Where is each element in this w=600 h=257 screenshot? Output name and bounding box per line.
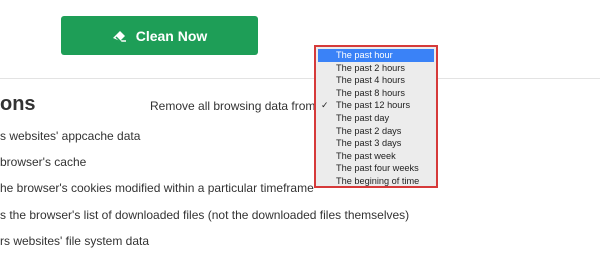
timeframe-option[interactable]: The past week — [318, 150, 434, 163]
timeframe-option[interactable]: ✓ The past 12 hours — [318, 99, 434, 112]
timeframe-option[interactable]: The past 2 days — [318, 125, 434, 138]
timeframe-option[interactable]: The past 2 hours — [318, 62, 434, 75]
option-cookies-label: he browser's cookies modified within a p… — [0, 181, 314, 195]
timeframe-menu: The past hour The past 2 hours The past … — [318, 49, 434, 188]
clean-now-button[interactable]: Clean Now — [61, 16, 258, 55]
timeframe-option[interactable]: The past 8 hours — [318, 87, 434, 100]
timeframe-option[interactable]: The past hour — [318, 49, 434, 62]
option-appcache-label: s websites' appcache data — [0, 129, 141, 143]
remove-timeframe-label: Remove all browsing data from — [150, 99, 316, 113]
timeframe-option[interactable]: The past 4 hours — [318, 74, 434, 87]
option-cache-label: browser's cache — [0, 155, 87, 169]
timeframe-option[interactable]: The past day — [318, 112, 434, 125]
section-divider — [0, 78, 600, 79]
clean-now-label: Clean Now — [135, 27, 208, 44]
timeframe-option[interactable]: The past four weeks — [318, 162, 434, 175]
timeframe-dropdown[interactable]: The past hour The past 2 hours The past … — [314, 45, 438, 188]
option-filesystem-label: rs websites' file system data — [0, 234, 150, 248]
eraser-icon — [112, 29, 128, 43]
timeframe-option[interactable]: The past 3 days — [318, 137, 434, 150]
timeframe-option[interactable]: The begining of time — [318, 175, 434, 188]
section-title: ons — [0, 93, 36, 115]
checkmark-icon: ✓ — [321, 100, 329, 111]
option-downloads-label: s the browser's list of downloaded files… — [0, 208, 410, 222]
